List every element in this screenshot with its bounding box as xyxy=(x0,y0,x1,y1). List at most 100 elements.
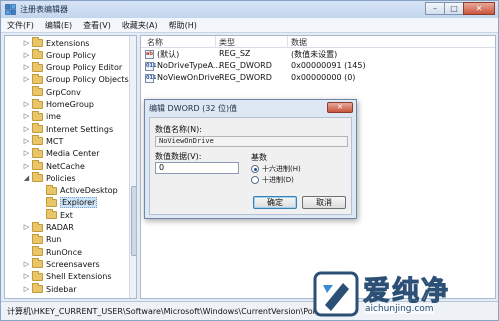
tree-item[interactable]: ▷ Extensions xyxy=(23,37,89,49)
tree-item[interactable]: ▷ ime xyxy=(23,110,61,123)
menu-help[interactable]: 帮助(H) xyxy=(169,20,197,31)
tree-item-label: ime xyxy=(46,112,61,122)
value-name: (默认) xyxy=(157,50,180,59)
value-name: NoDriveTypeA... xyxy=(157,61,221,70)
tree-expander-icon[interactable]: ▷ xyxy=(23,224,30,231)
tree-item-label: Group Policy xyxy=(46,50,96,60)
folder-icon xyxy=(32,147,43,158)
value-data: 0x00000000 (0) xyxy=(291,73,356,82)
tree-item[interactable]: ◢ Policies xyxy=(23,172,76,184)
tree-item-label: RunOnce xyxy=(46,247,83,257)
radio-button[interactable] xyxy=(251,165,259,173)
tree-item[interactable]: ▷ HomeGroup xyxy=(23,98,94,111)
value-name-field: NoViewOnDrive xyxy=(155,136,348,147)
watermark-url: aichunjing.com xyxy=(365,304,434,314)
tree-expander-icon[interactable] xyxy=(23,249,30,256)
edit-dword-dialog: 编辑 DWORD (32 位)值 ✕ 数值名称(N): NoViewOnDriv… xyxy=(144,99,357,219)
tree-expander-icon[interactable]: ▷ xyxy=(23,76,30,83)
folder-icon xyxy=(46,196,57,207)
watermark-title: 爱纯净 xyxy=(363,276,450,308)
tree-item[interactable]: Explorer xyxy=(37,196,98,209)
tree-item[interactable]: ▷ MCT xyxy=(23,135,63,147)
tree-item-label: Sidebar xyxy=(46,284,77,294)
tree-expander-icon[interactable]: ◢ xyxy=(23,174,30,182)
radio-hexadecimal[interactable]: 十六进制(H) xyxy=(251,164,301,174)
cancel-button[interactable]: 取消 xyxy=(302,196,346,209)
list-row[interactable]: ab (默认) REG_SZ (数值未设置) xyxy=(141,49,495,60)
close-button[interactable]: ✕ xyxy=(463,2,495,15)
tree-expander-icon[interactable] xyxy=(23,236,30,243)
tree-item[interactable]: ▷ Screensavers xyxy=(23,258,100,270)
folder-icon xyxy=(32,123,43,134)
column-type-header[interactable]: 类型 xyxy=(219,37,235,48)
tree-item-label: ActiveDesktop xyxy=(60,186,118,196)
tree-item-label: Extensions xyxy=(46,38,90,48)
tree-item[interactable]: ▷ Internet Settings xyxy=(23,123,113,135)
tree-item[interactable]: RunOnce xyxy=(23,246,82,258)
tree-expander-icon[interactable]: ▷ xyxy=(23,113,30,120)
radio-button[interactable] xyxy=(251,176,259,184)
tree-expander-icon[interactable]: ▷ xyxy=(23,260,30,268)
tree-expander-icon[interactable]: ▷ xyxy=(23,137,30,145)
tree-item-label: Ext xyxy=(60,210,73,220)
value-type: REG_SZ xyxy=(219,49,251,58)
tree-expander-icon[interactable]: ▷ xyxy=(23,51,30,59)
tree-item-label: NetCache xyxy=(46,161,85,171)
base-group: 基数 十六进制(H) 十进制(D) xyxy=(249,153,347,186)
tree-item[interactable]: ▷ Group Policy xyxy=(23,49,96,61)
list-row[interactable]: 011 NoDriveTypeA... REG_DWORD 0x00000091… xyxy=(141,61,495,72)
tree-scrollbar-thumb[interactable] xyxy=(131,186,136,256)
tree-item[interactable]: Run xyxy=(23,233,62,246)
column-name-header[interactable]: 名称 xyxy=(147,37,163,48)
folder-icon xyxy=(32,172,43,183)
value-data-input[interactable]: 0 xyxy=(155,162,239,174)
registry-key-tree: ▷ Extensions ▷ Group Policy ▷ Group Policy Ed… xyxy=(4,35,137,299)
ok-button[interactable]: 确定 xyxy=(253,196,297,209)
dialog-body: 数值名称(N): NoViewOnDrive 数值数据(V): 0 基数 十六进… xyxy=(149,117,352,215)
tree-item[interactable]: ▷ RADAR xyxy=(23,221,74,234)
tree-expander-icon[interactable]: ▷ xyxy=(23,273,30,280)
menu-view[interactable]: 查看(V) xyxy=(83,20,111,31)
maximize-button[interactable]: □ xyxy=(444,2,464,15)
menu-file[interactable]: 文件(F) xyxy=(7,20,34,31)
tree-expander-icon[interactable]: ▷ xyxy=(23,64,30,71)
tree-item-label: Screensavers xyxy=(46,259,100,269)
tree-item-label: RADAR xyxy=(46,223,74,232)
tree-item-label: Run xyxy=(46,235,62,245)
tree-scrollbar[interactable] xyxy=(129,36,136,298)
tree-item[interactable]: ActiveDesktop xyxy=(37,184,118,197)
radio-decimal[interactable]: 十进制(D) xyxy=(251,175,294,185)
tree-expander-icon[interactable] xyxy=(37,199,44,206)
tree-expander-icon[interactable]: ▷ xyxy=(23,39,30,47)
tree-item[interactable]: ▷ NetCache xyxy=(23,160,85,172)
tree-expander-icon[interactable] xyxy=(37,187,44,194)
menu-favorites[interactable]: 收藏夹(A) xyxy=(122,20,158,31)
folder-icon xyxy=(32,37,43,47)
column-data-header[interactable]: 数据 xyxy=(291,37,307,48)
tree-expander-icon[interactable] xyxy=(23,89,30,96)
tree-item[interactable]: ▷ Group Policy Editor xyxy=(23,61,122,74)
tree-item[interactable]: ▷ Media Center xyxy=(23,147,100,160)
tree-expander-icon[interactable]: ▷ xyxy=(23,285,30,293)
tree-expander-icon[interactable]: ▷ xyxy=(23,162,30,170)
tree-item-label: HomeGroup xyxy=(46,100,94,109)
tree-expander-icon[interactable]: ▷ xyxy=(23,101,30,108)
tree-expander-icon[interactable]: ▷ xyxy=(23,150,30,157)
tree-item[interactable]: GrpConv xyxy=(23,86,81,98)
tree-item-label: Internet Settings xyxy=(46,124,114,134)
column-divider[interactable] xyxy=(287,36,288,48)
dialog-close-button[interactable]: ✕ xyxy=(327,102,353,113)
tree-item[interactable]: Ext xyxy=(37,209,73,221)
tree-expander-icon[interactable] xyxy=(37,212,44,219)
menu-edit[interactable]: 编辑(E) xyxy=(45,20,72,31)
column-divider[interactable] xyxy=(215,36,216,48)
minimize-button[interactable]: – xyxy=(425,2,445,15)
value-type: REG_DWORD xyxy=(219,73,272,82)
tree-expander-icon[interactable]: ▷ xyxy=(23,125,30,133)
tree-item[interactable]: ▷ Shell Extensions xyxy=(23,270,112,283)
tree-item[interactable]: ▷ Group Policy Objects xyxy=(23,73,129,86)
list-row[interactable]: 011 NoViewOnDrive REG_DWORD 0x00000000 (… xyxy=(141,73,495,84)
tree-item[interactable]: ▷ Sidebar xyxy=(23,283,77,295)
folder-icon xyxy=(32,160,43,170)
menu-bar: 文件(F) 编辑(E) 查看(V) 收藏夹(A) 帮助(H) xyxy=(1,18,498,33)
